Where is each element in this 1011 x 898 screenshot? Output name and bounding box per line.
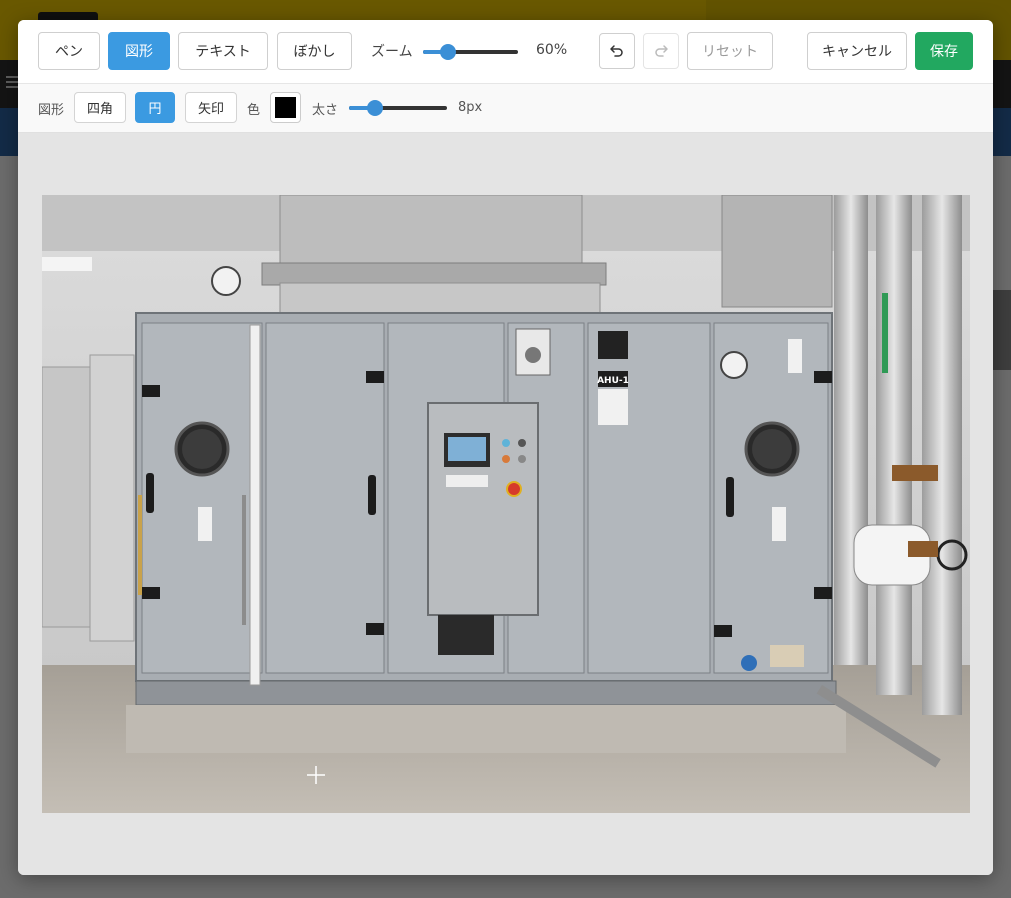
- undo-button[interactable]: [599, 33, 635, 69]
- zoom-label: ズーム: [371, 44, 413, 60]
- shape-arrow-button[interactable]: 矢印: [185, 92, 237, 123]
- zoom-slider-thumb[interactable]: [440, 44, 456, 60]
- color-picker[interactable]: [270, 92, 301, 123]
- save-button[interactable]: 保存: [915, 32, 973, 70]
- image-editor-modal: ペン 図形 テキスト ぼかし ズーム 60% リセット キャンセル 保存 図形: [18, 20, 993, 875]
- shape-rect-button[interactable]: 四角: [74, 92, 126, 123]
- cancel-button[interactable]: キャンセル: [807, 32, 907, 70]
- editable-photo[interactable]: AHU-1: [42, 195, 970, 813]
- editor-canvas-area[interactable]: AHU-1: [18, 133, 993, 875]
- thickness-label: 太さ: [312, 103, 339, 118]
- undo-icon: [610, 45, 623, 57]
- thickness-value: 8px: [458, 100, 483, 115]
- shape-options-bar: 図形 四角 円 矢印 色 太さ 8px: [18, 84, 993, 133]
- color-picker-swatch: [275, 97, 296, 118]
- ahu-unit-label: AHU-1: [597, 376, 629, 386]
- redo-button[interactable]: [643, 33, 679, 69]
- color-label: 色: [247, 103, 261, 118]
- text-tool-button[interactable]: テキスト: [178, 32, 268, 70]
- redo-icon: [655, 45, 668, 57]
- air-handling-unit-photo: AHU-1: [42, 195, 970, 813]
- shape-options-label: 図形: [38, 103, 65, 118]
- thickness-slider[interactable]: [349, 98, 447, 118]
- pen-tool-button[interactable]: ペン: [38, 32, 100, 70]
- main-toolbar: ペン 図形 テキスト ぼかし ズーム 60% リセット キャンセル 保存: [18, 20, 993, 84]
- zoom-slider[interactable]: [423, 42, 518, 62]
- zoom-value: 60%: [536, 42, 568, 58]
- crosshair-cursor-icon: [307, 766, 325, 784]
- blur-tool-button[interactable]: ぼかし: [277, 32, 352, 70]
- shape-tool-button[interactable]: 図形: [108, 32, 170, 70]
- reset-button[interactable]: リセット: [687, 32, 773, 70]
- shape-circle-button[interactable]: 円: [135, 92, 175, 123]
- thickness-slider-thumb[interactable]: [367, 100, 384, 116]
